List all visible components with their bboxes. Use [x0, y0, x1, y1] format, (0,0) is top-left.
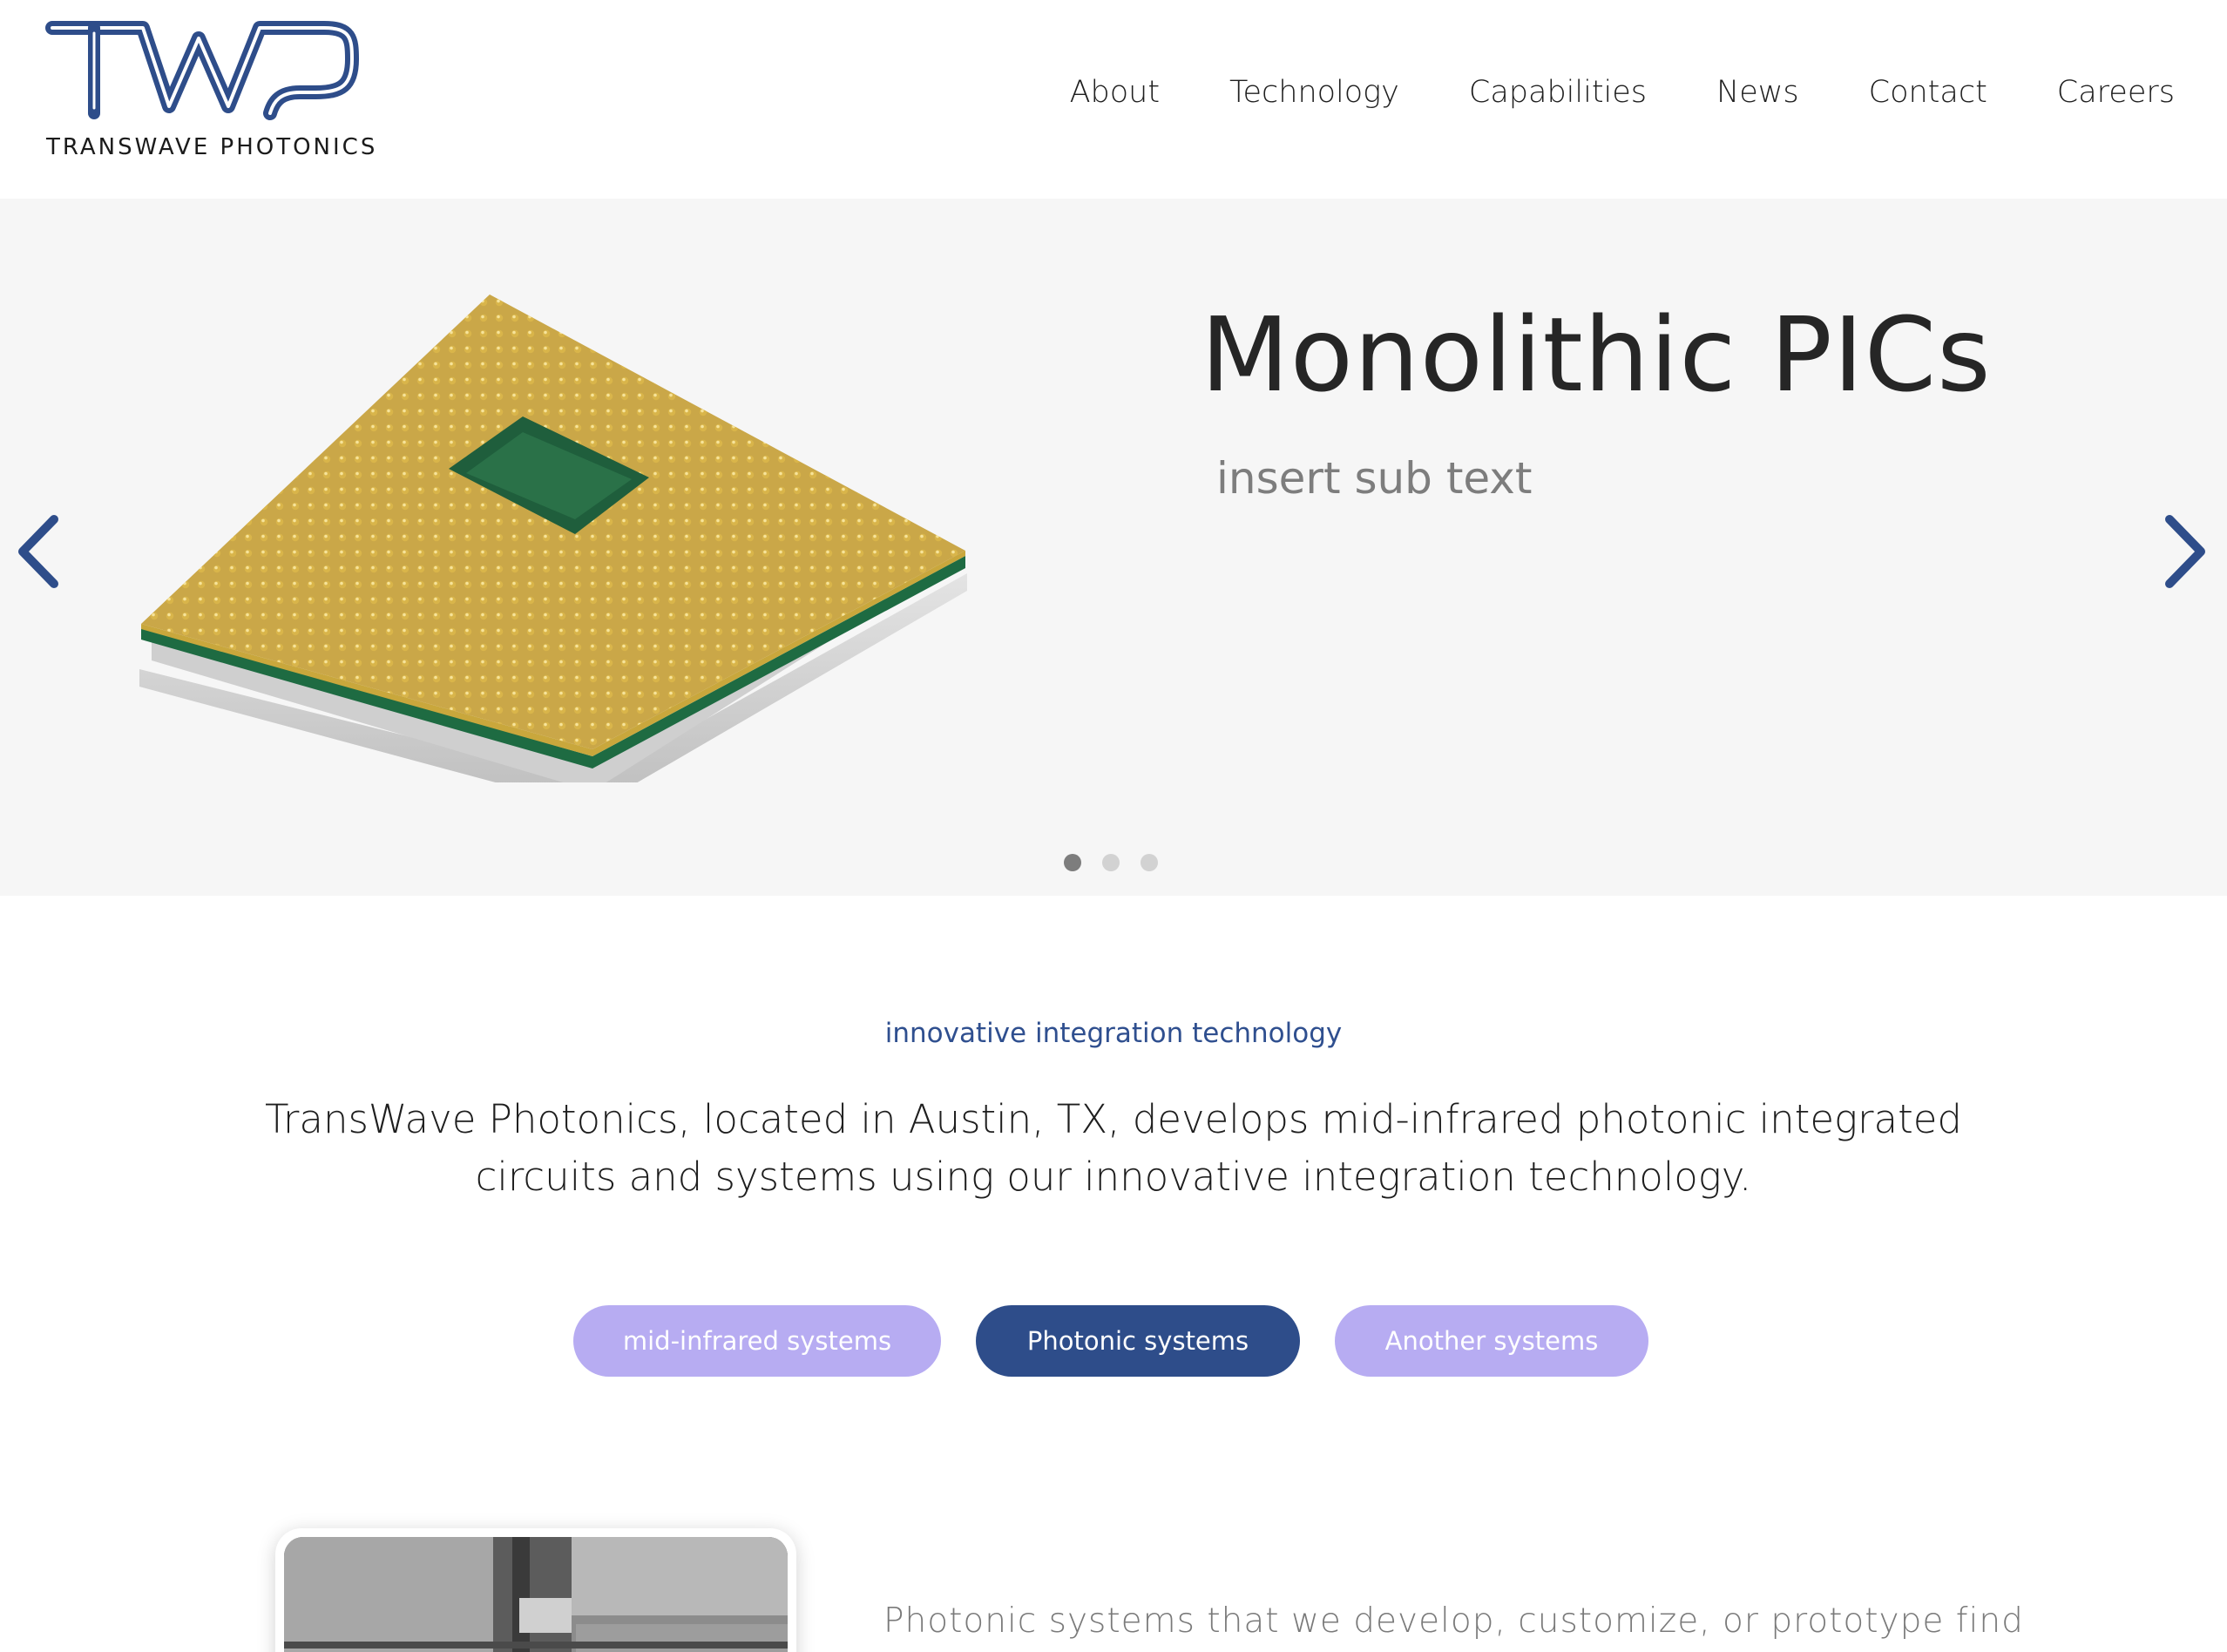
site-header: TRANSWAVE PHOTONICS About Technology Cap…: [0, 0, 2227, 199]
microscope-photo: [284, 1537, 788, 1652]
hero-carousel: Monolithic PICs insert sub text: [0, 199, 2227, 896]
carousel-dot-3[interactable]: [1141, 854, 1158, 871]
tab-photonic-systems[interactable]: Photonic systems: [976, 1305, 1300, 1377]
nav-contact[interactable]: Contact: [1869, 75, 1987, 110]
carousel-indicators: [1064, 854, 1158, 871]
nav-capabilities[interactable]: Capabilities: [1469, 75, 1647, 110]
photo-card: [275, 1528, 796, 1652]
carousel-next-button[interactable]: [2149, 504, 2218, 599]
intro-description: TransWave Photonics, located in Austin, …: [265, 1096, 1962, 1200]
nav-news[interactable]: News: [1716, 75, 1799, 110]
tab-mid-infrared-systems[interactable]: mid-infrared systems: [573, 1305, 941, 1377]
main-nav: About Technology Capabilities News Conta…: [1070, 75, 2175, 110]
tab-another-systems[interactable]: Another systems: [1335, 1305, 1648, 1377]
intro-tagline: innovative integration technology: [884, 1018, 1343, 1049]
chip-image: [131, 295, 985, 809]
hero-subtitle: insert sub text: [1216, 453, 1533, 504]
hero-title: Monolithic PICs: [1201, 295, 1992, 415]
chevron-right-icon: [2165, 515, 2205, 588]
carousel-dot-2[interactable]: [1102, 854, 1120, 871]
logo[interactable]: TRANSWAVE PHOTONICS: [45, 21, 375, 169]
system-tabs: mid-infrared systems Photonic systems An…: [573, 1305, 1648, 1377]
twp-logo-mark: [45, 21, 359, 120]
nav-about[interactable]: About: [1070, 75, 1160, 110]
chevron-left-icon: [18, 515, 58, 588]
carousel-dot-1[interactable]: [1064, 854, 1081, 871]
nav-careers[interactable]: Careers: [2057, 75, 2175, 110]
section-description: Photonic systems that we develop, custom…: [883, 1601, 2024, 1641]
nav-technology[interactable]: Technology: [1229, 75, 1399, 110]
carousel-prev-button[interactable]: [5, 504, 75, 599]
logo-text: TRANSWAVE PHOTONICS: [46, 134, 378, 160]
